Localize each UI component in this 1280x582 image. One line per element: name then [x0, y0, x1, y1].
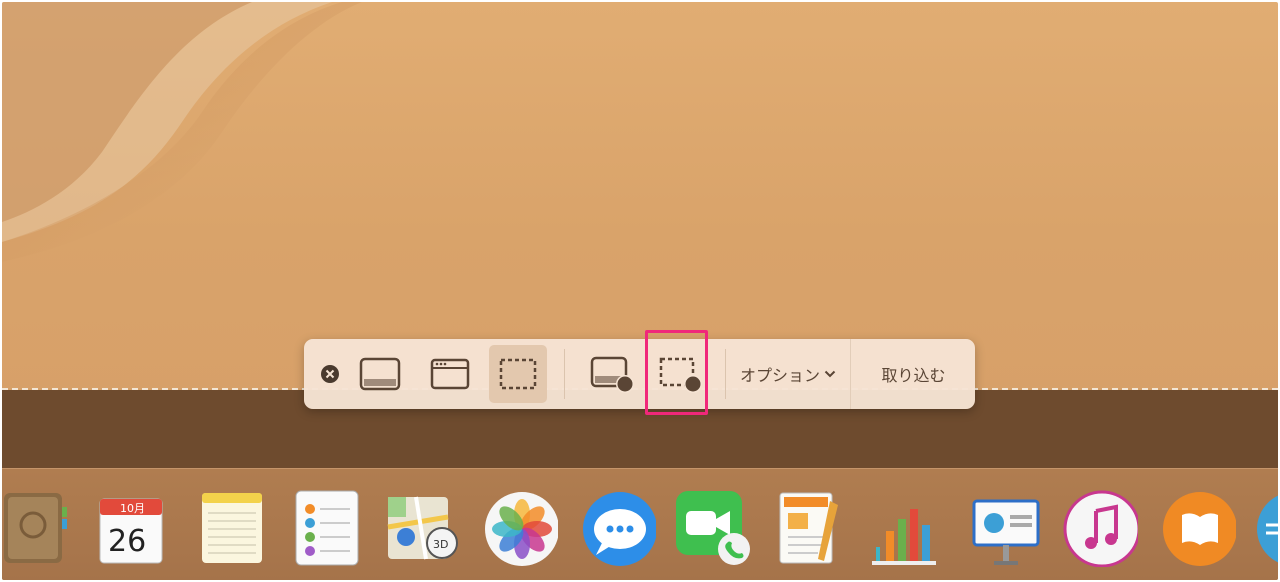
- maps-app-icon[interactable]: 3D: [386, 487, 462, 567]
- highlight-box: [645, 330, 708, 415]
- facetime-app-icon[interactable]: [674, 487, 750, 567]
- desert-wallpaper: [2, 2, 362, 262]
- dashed-selection-icon: [499, 358, 537, 390]
- messages-app-icon[interactable]: [580, 487, 656, 567]
- itunes-app-icon[interactable]: [1062, 487, 1138, 567]
- numbers-app-icon[interactable]: [868, 487, 944, 567]
- capture-selected-portion-button[interactable]: [489, 345, 547, 403]
- screen-icon: [359, 357, 401, 391]
- separator: [725, 349, 726, 399]
- calendar-app-icon[interactable]: 10月 26: [94, 487, 170, 567]
- separator: [564, 349, 565, 399]
- calendar-month: 10月: [120, 502, 145, 515]
- svg-text:3D: 3D: [433, 538, 448, 551]
- capture-button[interactable]: 取り込む: [850, 339, 976, 409]
- system-app-icon[interactable]: [1254, 487, 1278, 567]
- close-circle-icon: [321, 365, 339, 383]
- window-icon: [430, 358, 470, 390]
- capture-entire-screen-button[interactable]: [354, 352, 406, 396]
- options-menu-button[interactable]: オプション: [727, 339, 849, 409]
- books-app-icon[interactable]: [1160, 487, 1236, 567]
- pages-app-icon[interactable]: [774, 487, 850, 567]
- record-entire-screen-button[interactable]: [584, 352, 640, 396]
- screenshot-toolbar: オプション 取り込む: [304, 339, 975, 409]
- screen-record-icon: [590, 356, 634, 393]
- desktop: 10月 26 3D: [2, 2, 1278, 580]
- chevron-down-icon: [824, 370, 836, 378]
- capture-selected-window-button[interactable]: [424, 352, 476, 396]
- capture-label: 取り込む: [881, 366, 946, 385]
- notes-app-icon[interactable]: [194, 487, 270, 567]
- dock: 10月 26 3D: [2, 468, 1278, 580]
- keynote-app-icon[interactable]: [970, 487, 1046, 567]
- close-button[interactable]: [318, 363, 342, 385]
- calendar-day: 26: [108, 524, 146, 559]
- options-label: オプション: [739, 366, 820, 385]
- photos-app-icon[interactable]: [482, 487, 558, 567]
- contacts-app-icon[interactable]: [2, 487, 78, 567]
- reminders-app-icon[interactable]: [292, 487, 368, 567]
